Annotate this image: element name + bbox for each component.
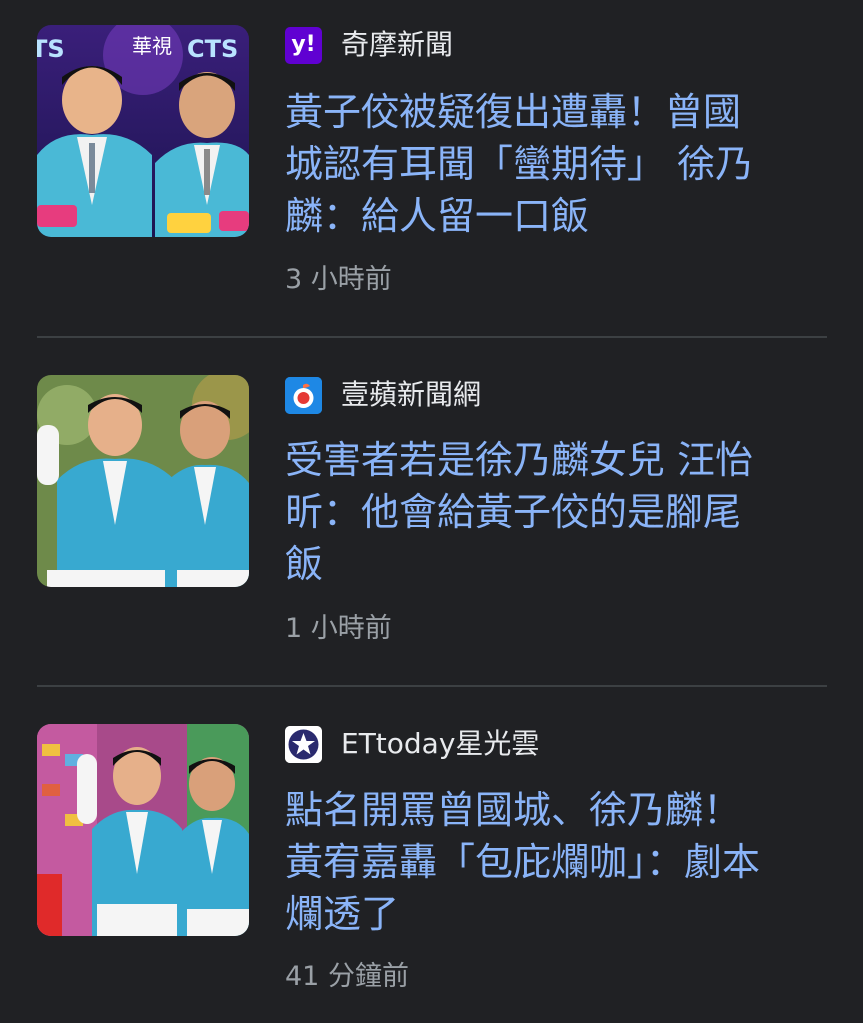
thumbnail-label-2: CTS bbox=[187, 35, 238, 63]
news-card[interactable]: ETtoday星光雲 點名開罵曾國城、徐乃麟！ 黃宥嘉轟「包庇爛咖」：劇本 爛透… bbox=[0, 688, 863, 1023]
article-timestamp: 3 小時前 bbox=[285, 264, 392, 295]
yahoo-logo-icon: y! bbox=[285, 26, 322, 64]
thumbnail-image bbox=[37, 724, 249, 936]
thumbnail-image bbox=[37, 375, 249, 587]
source-row[interactable]: y! 奇摩新聞 bbox=[285, 25, 453, 65]
article-thumbnail[interactable]: 華視 CTS TS bbox=[37, 25, 249, 237]
thumbnail-label-1: 華視 bbox=[132, 34, 172, 58]
source-name: 奇摩新聞 bbox=[341, 28, 454, 61]
article-headline[interactable]: 受害者若是徐乃麟女兒 汪怡 昕：他會給黃子佼的是腳尾 飯 bbox=[285, 434, 825, 590]
source-name: ETtoday星光雲 bbox=[341, 727, 540, 760]
news-card[interactable]: 華視 CTS TS y! 奇摩新聞 黃子佼被疑復出遭轟！曾國 城認有耳聞「蠻期待… bbox=[0, 0, 863, 338]
article-headline[interactable]: 黃子佼被疑復出遭轟！曾國 城認有耳聞「蠻期待」 徐乃 麟：給人留一口飯 bbox=[285, 86, 825, 242]
divider bbox=[37, 685, 827, 687]
source-row[interactable]: ETtoday星光雲 bbox=[285, 724, 539, 764]
source-row[interactable]: 壹蘋新聞網 bbox=[285, 375, 481, 415]
nextapple-logo-icon bbox=[285, 376, 322, 414]
thumbnail-image: 華視 CTS TS bbox=[37, 25, 249, 237]
article-headline[interactable]: 點名開罵曾國城、徐乃麟！ 黃宥嘉轟「包庇爛咖」：劇本 爛透了 bbox=[285, 784, 825, 940]
article-timestamp: 41 分鐘前 bbox=[285, 961, 409, 992]
ettoday-star-logo-icon bbox=[285, 725, 322, 763]
svg-text:TS: TS bbox=[37, 35, 65, 63]
article-timestamp: 1 小時前 bbox=[285, 613, 392, 644]
news-card[interactable]: 壹蘋新聞網 受害者若是徐乃麟女兒 汪怡 昕：他會給黃子佼的是腳尾 飯 1 小時前 bbox=[0, 338, 863, 688]
news-feed: 華視 CTS TS y! 奇摩新聞 黃子佼被疑復出遭轟！曾國 城認有耳聞「蠻期待… bbox=[0, 0, 863, 1023]
source-name: 壹蘋新聞網 bbox=[341, 378, 482, 411]
article-thumbnail[interactable] bbox=[37, 724, 249, 936]
article-thumbnail[interactable] bbox=[37, 375, 249, 587]
